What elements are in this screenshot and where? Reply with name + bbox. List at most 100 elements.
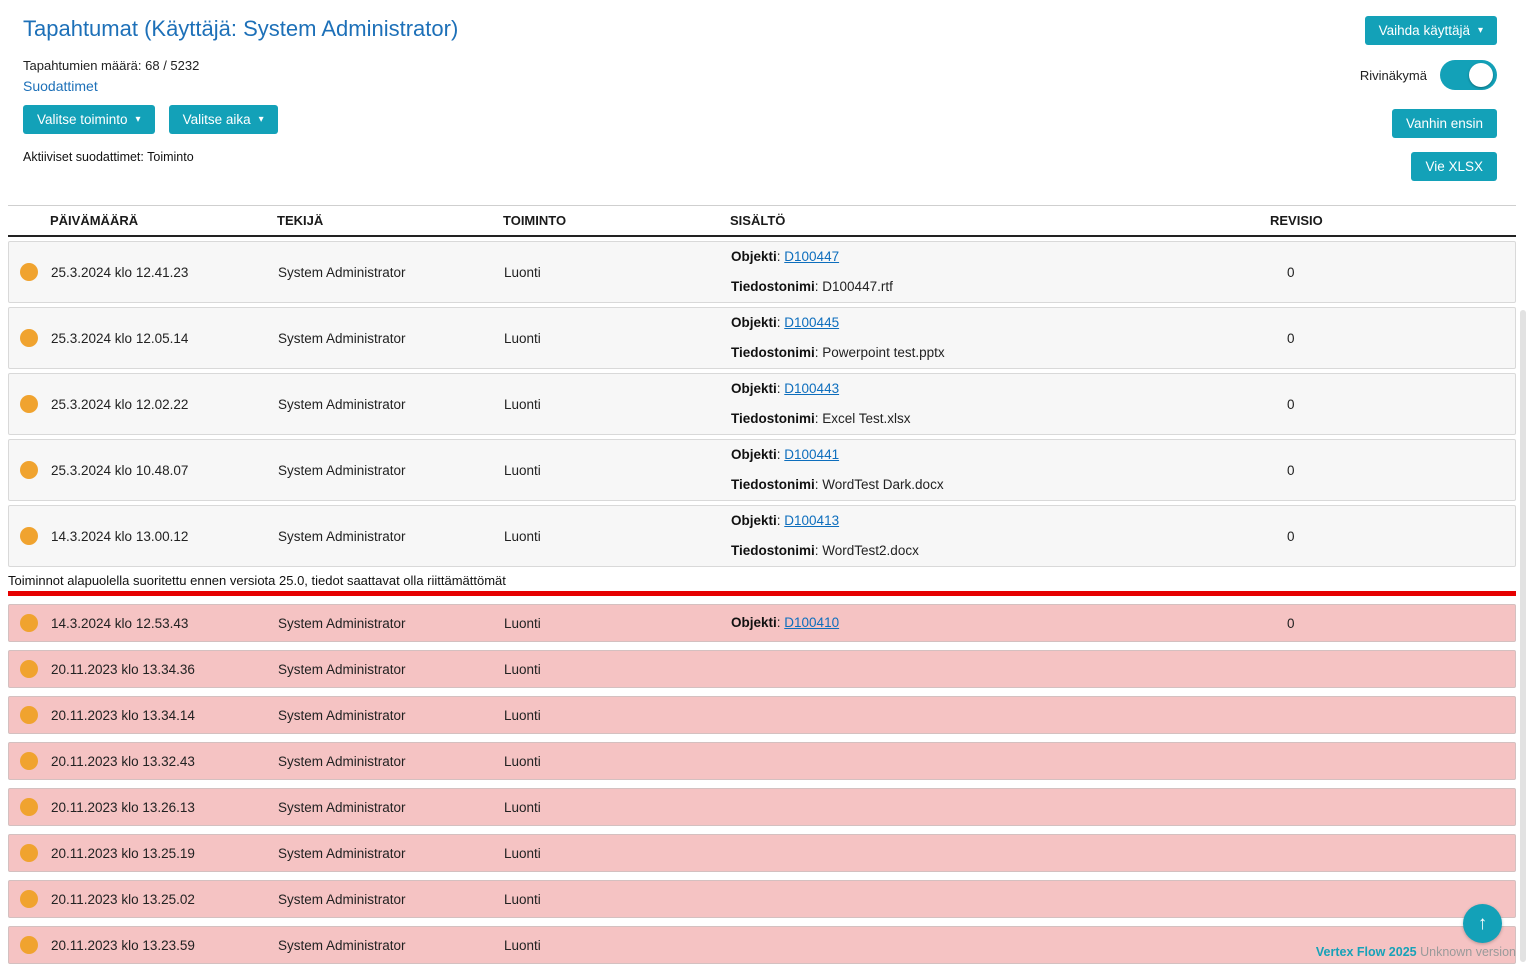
table-row[interactable]: 14.3.2024 klo 13.00.12 System Administra… [8, 505, 1516, 567]
event-content: Objekti: D100443 Tiedostonimi: Excel Tes… [731, 374, 1261, 434]
event-status-icon [20, 798, 38, 816]
oldest-first-button[interactable]: Vanhin ensin [1392, 109, 1497, 138]
event-date: 14.3.2024 klo 13.00.12 [51, 529, 278, 544]
app-version: Vertex Flow 2025 Unknown version [1316, 945, 1516, 959]
event-author: System Administrator [278, 463, 504, 478]
arrow-up-icon: ↑ [1478, 913, 1488, 935]
row-icon-cell [9, 329, 51, 347]
event-status-icon [20, 263, 38, 281]
event-action: Luonti [504, 397, 731, 412]
table-row[interactable]: 25.3.2024 klo 12.02.22 System Administra… [8, 373, 1516, 435]
header-right: Vaihda käyttäjä ▾ Rivinäkymä Vanhin ensi… [1360, 16, 1497, 181]
event-count-label: Tapahtumien määrä: 68 / 5232 [23, 58, 458, 73]
legacy-rows-group: 14.3.2024 klo 12.53.43 System Administra… [8, 604, 1516, 964]
object-label: Objekti [731, 615, 777, 630]
event-revision: 0 [1261, 529, 1515, 544]
event-action: Luonti [504, 754, 731, 769]
table-row[interactable]: 20.11.2023 klo 13.26.13 System Administr… [8, 788, 1516, 826]
event-action: Luonti [504, 846, 731, 861]
event-action: Luonti [504, 662, 731, 677]
event-author: System Administrator [278, 708, 504, 723]
event-author: System Administrator [278, 938, 504, 953]
events-table: PÄIVÄMÄÄRÄ TEKIJÄ TOIMINTO SISÄLTÖ REVIS… [8, 205, 1516, 964]
column-header-date: PÄIVÄMÄÄRÄ [50, 213, 277, 228]
file-label: Tiedostonimi [731, 345, 815, 360]
file-name: D100447.rtf [822, 279, 893, 294]
legacy-warning-divider [8, 591, 1516, 596]
event-author: System Administrator [278, 265, 504, 280]
event-content: Objekti: D100441 Tiedostonimi: WordTest … [731, 440, 1261, 500]
event-file-line: Tiedostonimi: WordTest Dark.docx [731, 470, 1261, 500]
event-object-line: Objekti: D100445 [731, 308, 1261, 338]
event-date: 25.3.2024 klo 10.48.07 [51, 463, 278, 478]
row-icon-cell [9, 798, 51, 816]
row-icon-cell [9, 936, 51, 954]
table-row[interactable]: 20.11.2023 klo 13.25.02 System Administr… [8, 880, 1516, 918]
filter-buttons: Valitse toiminto ▾ Valitse aika ▾ [23, 105, 458, 134]
event-action: Luonti [504, 616, 731, 631]
event-object-line: Objekti: D100413 [731, 506, 1261, 536]
file-label: Tiedostonimi [731, 279, 815, 294]
event-status-icon [20, 660, 38, 678]
select-action-button[interactable]: Valitse toiminto ▾ [23, 105, 155, 134]
chevron-down-icon: ▾ [1478, 26, 1483, 36]
table-row[interactable]: 25.3.2024 klo 10.48.07 System Administra… [8, 439, 1516, 501]
event-status-icon [20, 329, 38, 347]
table-row[interactable]: 20.11.2023 klo 13.23.59 System Administr… [8, 926, 1516, 964]
event-revision: 0 [1261, 265, 1515, 280]
object-label: Objekti [731, 249, 777, 264]
event-author: System Administrator [278, 800, 504, 815]
event-file-line: Tiedostonimi: D100447.rtf [731, 272, 1261, 302]
table-row[interactable]: 20.11.2023 klo 13.25.19 System Administr… [8, 834, 1516, 872]
table-row[interactable]: 20.11.2023 klo 13.34.14 System Administr… [8, 696, 1516, 734]
event-status-icon [20, 527, 38, 545]
object-link[interactable]: D100441 [784, 447, 839, 462]
file-name: Powerpoint test.pptx [822, 345, 944, 360]
event-status-icon [20, 614, 38, 632]
table-row[interactable]: 25.3.2024 klo 12.05.14 System Administra… [8, 307, 1516, 369]
object-link[interactable]: D100443 [784, 381, 839, 396]
column-header-content: SISÄLTÖ [730, 213, 1262, 228]
select-time-button[interactable]: Valitse aika ▾ [169, 105, 278, 134]
scrollbar-thumb[interactable] [1520, 310, 1526, 962]
event-date: 20.11.2023 klo 13.26.13 [51, 800, 278, 815]
file-name: Excel Test.xlsx [822, 411, 910, 426]
event-status-icon [20, 844, 38, 862]
event-status-icon [20, 890, 38, 908]
object-link[interactable]: D100447 [784, 249, 839, 264]
legacy-warning-text: Toiminnot alapuolella suoritettu ennen v… [8, 573, 1516, 588]
row-icon-cell [9, 890, 51, 908]
column-header-revision: REVISIO [1262, 213, 1516, 228]
object-link[interactable]: D100410 [784, 615, 839, 630]
event-file-line: Tiedostonimi: Excel Test.xlsx [731, 404, 1261, 434]
object-link[interactable]: D100445 [784, 315, 839, 330]
table-row[interactable]: 20.11.2023 klo 13.32.43 System Administr… [8, 742, 1516, 780]
scroll-to-top-button[interactable]: ↑ [1463, 904, 1502, 943]
event-date: 20.11.2023 klo 13.23.59 [51, 938, 278, 953]
row-icon-cell [9, 527, 51, 545]
event-action: Luonti [504, 463, 731, 478]
object-label: Objekti [731, 447, 777, 462]
event-revision: 0 [1261, 397, 1515, 412]
object-label: Objekti [731, 315, 777, 330]
scrollbar[interactable] [1520, 310, 1526, 962]
toggle-knob [1469, 63, 1493, 87]
event-author: System Administrator [278, 616, 504, 631]
filters-link[interactable]: Suodattimet [23, 78, 98, 94]
event-object-line: Objekti: D100443 [731, 374, 1261, 404]
table-row[interactable]: 25.3.2024 klo 12.41.23 System Administra… [8, 241, 1516, 303]
row-icon-cell [9, 660, 51, 678]
file-label: Tiedostonimi [731, 411, 815, 426]
page-title: Tapahtumat (Käyttäjä: System Administrat… [23, 16, 458, 42]
row-view-toggle[interactable] [1440, 60, 1497, 90]
export-xlsx-button[interactable]: Vie XLSX [1411, 152, 1497, 181]
event-author: System Administrator [278, 846, 504, 861]
select-time-label: Valitse aika [183, 112, 251, 127]
object-link[interactable]: D100413 [784, 513, 839, 528]
change-user-button[interactable]: Vaihda käyttäjä ▾ [1365, 16, 1497, 45]
table-row[interactable]: 14.3.2024 klo 12.53.43 System Administra… [8, 604, 1516, 642]
event-object-line: Objekti: D100410 [731, 608, 1261, 638]
row-icon-cell [9, 844, 51, 862]
event-author: System Administrator [278, 754, 504, 769]
table-row[interactable]: 20.11.2023 klo 13.34.36 System Administr… [8, 650, 1516, 688]
